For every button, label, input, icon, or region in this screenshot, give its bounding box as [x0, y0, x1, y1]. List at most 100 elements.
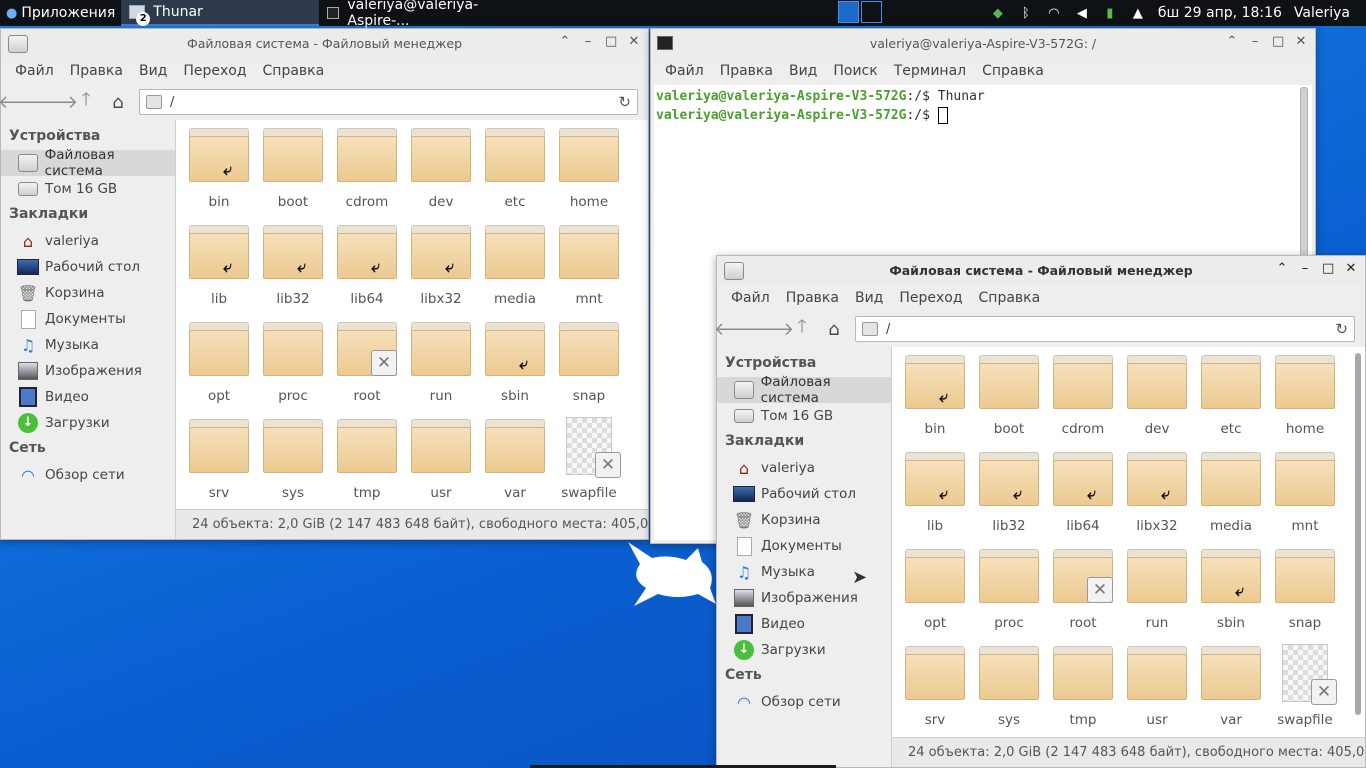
sidebar-item-pictures[interactable]: Изображения: [717, 585, 891, 611]
file-item[interactable]: home: [1268, 351, 1342, 448]
file-item[interactable]: mnt: [1268, 448, 1342, 545]
sidebar-item-network[interactable]: ◠ Обзор сети: [1, 462, 175, 488]
file-item[interactable]: var: [1194, 642, 1268, 739]
close-button[interactable]: ✕: [1345, 261, 1357, 276]
file-item[interactable]: home: [552, 124, 626, 221]
file-item[interactable]: opt: [898, 545, 972, 642]
file-item[interactable]: usr: [404, 415, 478, 512]
shade-button[interactable]: ⌃: [559, 34, 571, 49]
file-item[interactable]: boot: [256, 124, 330, 221]
file-item[interactable]: sys: [972, 642, 1046, 739]
minimize-button[interactable]: –: [1249, 34, 1261, 49]
sidebar-item-music[interactable]: ♫ Музыка: [1, 332, 175, 358]
minimize-button[interactable]: –: [582, 34, 594, 49]
file-item[interactable]: ⤶ bin: [182, 124, 256, 221]
file-item[interactable]: etc: [1194, 351, 1268, 448]
sidebar-item-desktop[interactable]: Рабочий стол: [1, 254, 175, 280]
file-item[interactable]: srv: [898, 642, 972, 739]
file-item[interactable]: dev: [1120, 351, 1194, 448]
sidebar-item-video[interactable]: Видео: [717, 611, 891, 637]
file-item[interactable]: ⤶ sbin: [1194, 545, 1268, 642]
file-item[interactable]: ⤶ bin: [898, 351, 972, 448]
file-item[interactable]: ⤶ lib: [182, 221, 256, 318]
menu-file[interactable]: Файл: [723, 290, 778, 306]
shade-button[interactable]: ⌃: [1226, 34, 1238, 49]
workspace-1[interactable]: [838, 1, 859, 23]
file-item[interactable]: ✕ swapfile: [552, 415, 626, 512]
menu-go[interactable]: Переход: [891, 290, 970, 306]
close-button[interactable]: ✕: [628, 34, 640, 49]
window-titlebar[interactable]: Файловая система - Файловый менеджер ⌃ –…: [1, 29, 648, 58]
file-item[interactable]: tmp: [330, 415, 404, 512]
menu-help[interactable]: Справка: [974, 63, 1052, 79]
taskbar-item-terminal[interactable]: valeriya@valeriya-Aspire-...: [319, 0, 517, 29]
clock[interactable]: бш 29 апр, 18:16: [1158, 5, 1282, 21]
sidebar-item-trash[interactable]: 🗑 Корзина: [717, 507, 891, 533]
file-item[interactable]: ⤶ libx32: [404, 221, 478, 318]
file-item[interactable]: etc: [478, 124, 552, 221]
file-item[interactable]: boot: [972, 351, 1046, 448]
sidebar-item-filesystem[interactable]: Файловая система: [1, 147, 175, 179]
sidebar-item-home[interactable]: ⌂ valeriya: [717, 455, 891, 481]
shade-button[interactable]: ⌃: [1276, 261, 1288, 276]
file-item[interactable]: sys: [256, 415, 330, 512]
home-icon[interactable]: ⌂: [107, 91, 129, 113]
menu-view[interactable]: Вид: [781, 63, 825, 79]
maximize-button[interactable]: □: [1272, 34, 1284, 49]
menu-file[interactable]: Файл: [657, 63, 712, 79]
menu-edit[interactable]: Правка: [62, 63, 131, 79]
menu-search[interactable]: Поиск: [825, 63, 885, 79]
file-item[interactable]: usr: [1120, 642, 1194, 739]
file-item[interactable]: var: [478, 415, 552, 512]
window-titlebar[interactable]: Файловая система - Файловый менеджер ⌃ –…: [717, 256, 1365, 285]
file-item[interactable]: ✕ swapfile: [1268, 642, 1342, 739]
sidebar-item-home[interactable]: ⌂ valeriya: [1, 228, 175, 254]
file-item[interactable]: cdrom: [1046, 351, 1120, 448]
forward-arrow-icon[interactable]: 🡒: [746, 318, 794, 340]
menu-help[interactable]: Справка: [971, 290, 1049, 306]
file-item[interactable]: ⤶ libx32: [1120, 448, 1194, 545]
menu-file[interactable]: Файл: [7, 63, 62, 79]
sidebar-item-video[interactable]: Видео: [1, 384, 175, 410]
sidebar-item-downloads[interactable]: ↓ Загрузки: [1, 410, 175, 436]
scrollbar[interactable]: [1355, 353, 1361, 715]
file-item[interactable]: ✕ root: [330, 318, 404, 415]
sidebar-item-volume[interactable]: Том 16 GB: [717, 403, 891, 429]
file-item[interactable]: media: [478, 221, 552, 318]
sidebar-item-pictures[interactable]: Изображения: [1, 358, 175, 384]
file-item[interactable]: snap: [1268, 545, 1342, 642]
menu-go[interactable]: Переход: [175, 63, 254, 79]
taskbar-item-thunar[interactable]: 2 Thunar: [121, 0, 320, 26]
shield-icon[interactable]: ◆: [990, 5, 1006, 21]
bluetooth-icon[interactable]: ᛒ: [1018, 5, 1034, 21]
sidebar-item-filesystem[interactable]: Файловая система: [717, 374, 891, 406]
sidebar-item-desktop[interactable]: Рабочий стол: [717, 481, 891, 507]
sidebar-item-trash[interactable]: 🗑 Корзина: [1, 280, 175, 306]
file-item[interactable]: proc: [972, 545, 1046, 642]
menu-edit[interactable]: Правка: [778, 290, 847, 306]
close-button[interactable]: ✕: [1295, 34, 1307, 49]
file-item[interactable]: opt: [182, 318, 256, 415]
file-item[interactable]: ⤶ lib: [898, 448, 972, 545]
minimize-button[interactable]: –: [1299, 261, 1311, 276]
maximize-button[interactable]: □: [1322, 261, 1334, 276]
maximize-button[interactable]: □: [605, 34, 617, 49]
file-item[interactable]: srv: [182, 415, 256, 512]
workspace-2[interactable]: [861, 1, 882, 23]
up-arrow-icon[interactable]: 🡑: [791, 316, 813, 340]
up-arrow-icon[interactable]: 🡑: [75, 89, 97, 113]
menu-help[interactable]: Справка: [255, 63, 333, 79]
file-item[interactable]: snap: [552, 318, 626, 415]
file-item[interactable]: ⤶ lib64: [1046, 448, 1120, 545]
file-item[interactable]: proc: [256, 318, 330, 415]
home-icon[interactable]: ⌂: [823, 318, 845, 340]
file-item[interactable]: ✕ root: [1046, 545, 1120, 642]
file-item[interactable]: media: [1194, 448, 1268, 545]
notification-bell-icon[interactable]: ▲: [1130, 5, 1146, 21]
sidebar-item-documents[interactable]: Документы: [1, 306, 175, 332]
location-bar[interactable]: / ↻: [139, 89, 638, 115]
location-bar[interactable]: / ↻: [855, 316, 1355, 342]
sidebar-item-volume[interactable]: Том 16 GB: [1, 176, 175, 202]
volume-icon[interactable]: ◀: [1074, 5, 1090, 21]
applications-menu-button[interactable]: ● Приложения: [0, 0, 121, 26]
